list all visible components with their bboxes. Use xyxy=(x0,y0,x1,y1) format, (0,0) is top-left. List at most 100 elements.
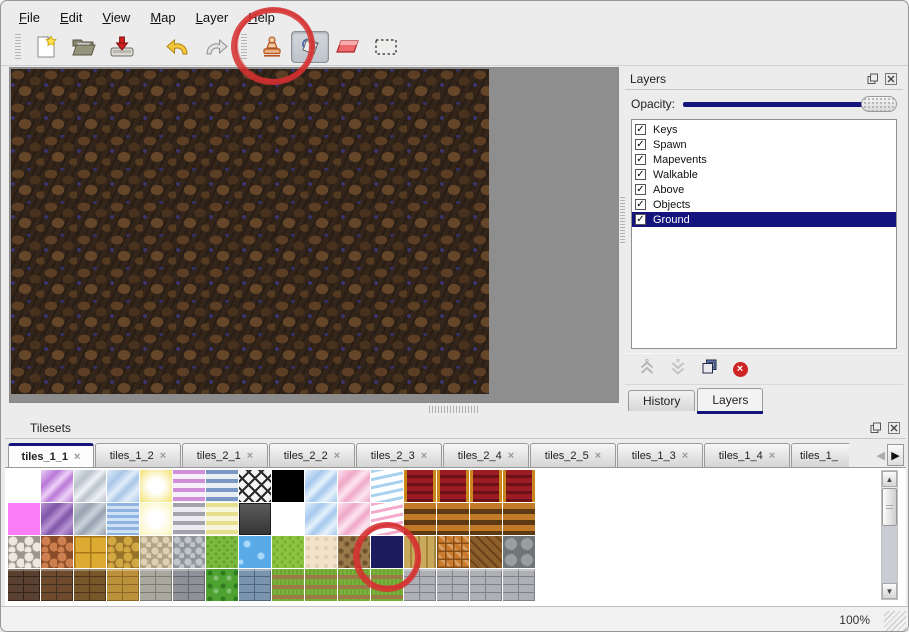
tile-glass-r2c11[interactable] xyxy=(338,503,370,535)
tile-field-r4c10[interactable] xyxy=(305,569,337,601)
tile-herringbone-r3c15[interactable] xyxy=(470,536,502,568)
layer-row-objects[interactable]: ✓Objects xyxy=(632,197,896,212)
tile-curtain-r1c14[interactable] xyxy=(437,470,469,502)
tileset-tab-tiles_2_2[interactable]: tiles_2_2× xyxy=(269,443,355,467)
tile-solid-r1c9[interactable] xyxy=(272,470,304,502)
tile-solid-r2c1[interactable] xyxy=(8,503,40,535)
close-panel-icon[interactable] xyxy=(887,422,901,435)
tab-scroll-right-icon[interactable]: ▶ xyxy=(887,444,904,466)
tile-glass-r1c3[interactable] xyxy=(74,470,106,502)
tile-wall-r4c1[interactable] xyxy=(8,569,40,601)
tile-stones-r3c4[interactable] xyxy=(107,536,139,568)
tile-ribbon-r1c12[interactable] xyxy=(371,470,403,502)
tile-pebbles-r3c6[interactable] xyxy=(173,536,205,568)
tile-curtain-r1c15[interactable] xyxy=(470,470,502,502)
duplicate-layer-button[interactable] xyxy=(697,358,721,380)
tile-wall-r4c15[interactable] xyxy=(470,569,502,601)
move-layer-up-button[interactable] xyxy=(635,358,659,380)
menu-edit[interactable]: Edit xyxy=(50,7,92,28)
tab-close-icon[interactable]: × xyxy=(334,450,340,462)
tile-water-r2c4[interactable] xyxy=(107,503,139,535)
tile-bands-r2c13[interactable] xyxy=(404,503,436,535)
tab-close-icon[interactable]: × xyxy=(769,450,775,462)
layer-row-walkable[interactable]: ✓Walkable xyxy=(632,167,896,182)
tile-stones-r3c1[interactable] xyxy=(8,536,40,568)
horizontal-splitter-handle[interactable] xyxy=(429,406,479,413)
tileset-tab-tiles_2_4[interactable]: tiles_2_4× xyxy=(443,443,529,467)
tile-hedge-r4c7[interactable] xyxy=(206,569,238,601)
tile-planks-r3c13[interactable] xyxy=(404,536,436,568)
tile-wall-r4c13[interactable] xyxy=(404,569,436,601)
tile-lattice-r1c8[interactable] xyxy=(239,470,271,502)
layer-row-ground[interactable]: ✓Ground xyxy=(632,212,896,227)
tile-grass-r3c7[interactable] xyxy=(206,536,238,568)
tab-close-icon[interactable]: × xyxy=(508,450,514,462)
tile-stones-r3c2[interactable] xyxy=(41,536,73,568)
eraser-tool-button[interactable] xyxy=(329,31,367,63)
tile-curtain-r1c13[interactable] xyxy=(404,470,436,502)
float-panel-icon[interactable] xyxy=(866,73,880,86)
tile-glow-r2c5[interactable] xyxy=(140,503,172,535)
save-map-button[interactable] xyxy=(103,31,141,63)
menu-map[interactable]: Map xyxy=(140,7,185,28)
move-layer-down-button[interactable] xyxy=(666,358,690,380)
palette-scrollbar[interactable]: ▲ ▼ xyxy=(881,470,898,600)
tab-close-icon[interactable]: × xyxy=(421,450,427,462)
tile-glass-r2c2[interactable] xyxy=(41,503,73,535)
tile-wall-r4c4[interactable] xyxy=(107,569,139,601)
scrollbar-track[interactable] xyxy=(882,526,897,584)
opacity-slider[interactable] xyxy=(683,95,897,113)
tile-wall-r4c16[interactable] xyxy=(503,569,535,601)
tile-field-r4c12[interactable] xyxy=(371,569,403,601)
tile-logs-r3c16[interactable] xyxy=(503,536,535,568)
scroll-up-icon[interactable]: ▲ xyxy=(882,471,897,487)
toolbar-grip[interactable] xyxy=(241,34,247,60)
tile-glass-r2c10[interactable] xyxy=(305,503,337,535)
rect-select-tool-button[interactable] xyxy=(367,31,405,63)
tile-wall-r4c5[interactable] xyxy=(140,569,172,601)
tab-close-icon[interactable]: × xyxy=(247,450,253,462)
open-map-button[interactable] xyxy=(65,31,103,63)
resize-grip[interactable] xyxy=(884,611,906,631)
layer-row-above[interactable]: ✓Above xyxy=(632,182,896,197)
layer-row-keys[interactable]: ✓Keys xyxy=(632,122,896,137)
tile-weave-r3c14[interactable] xyxy=(437,536,469,568)
layer-visibility-checkbox[interactable]: ✓ xyxy=(635,199,646,210)
tile-field-r4c9[interactable] xyxy=(272,569,304,601)
new-map-button[interactable] xyxy=(27,31,65,63)
tab-close-icon[interactable]: × xyxy=(74,451,80,463)
tile-stripesH-r1c7[interactable] xyxy=(206,470,238,502)
tile-field-r4c11[interactable] xyxy=(338,569,370,601)
stamp-tool-button[interactable] xyxy=(253,31,291,63)
tile-grass-r3c9[interactable] xyxy=(272,536,304,568)
tile-glass-r1c2[interactable] xyxy=(41,470,73,502)
tile-bands-r2c14[interactable] xyxy=(437,503,469,535)
menu-view[interactable]: View xyxy=(92,7,140,28)
tile-solid-r3c12[interactable] xyxy=(371,536,403,568)
tile-wall-r4c8[interactable] xyxy=(239,569,271,601)
tile-bands-r2c15[interactable] xyxy=(470,503,502,535)
map-canvas[interactable] xyxy=(11,69,489,394)
fill-tool-button[interactable] xyxy=(291,31,329,63)
tile-stripesH-r2c6[interactable] xyxy=(173,503,205,535)
tab-history[interactable]: History xyxy=(628,390,695,411)
tileset-tab-tiles_1_3[interactable]: tiles_1_3× xyxy=(617,443,703,467)
tileset-tab-tiles_1_[interactable]: tiles_1_ xyxy=(791,443,849,467)
tile-wall-r4c14[interactable] xyxy=(437,569,469,601)
tab-close-icon[interactable]: × xyxy=(595,450,601,462)
layer-visibility-checkbox[interactable]: ✓ xyxy=(635,139,646,150)
tile-empty-r1c1[interactable] xyxy=(8,470,40,502)
menu-file[interactable]: File xyxy=(9,7,50,28)
tile-pebbles-r3c5[interactable] xyxy=(140,536,172,568)
tile-stripesH-r1c6[interactable] xyxy=(173,470,205,502)
tile-metal-r2c8[interactable] xyxy=(239,503,271,535)
tile-tilesq-r3c3[interactable] xyxy=(74,536,106,568)
tileset-tab-tiles_2_1[interactable]: tiles_2_1× xyxy=(182,443,268,467)
delete-layer-button[interactable]: × xyxy=(728,358,752,380)
layer-row-spawn[interactable]: ✓Spawn xyxy=(632,137,896,152)
tile-dirt-r3c11[interactable] xyxy=(338,536,370,568)
tab-close-icon[interactable]: × xyxy=(682,450,688,462)
tileset-tab-tiles_1_4[interactable]: tiles_1_4× xyxy=(704,443,790,467)
tile-glow-r1c5[interactable] xyxy=(140,470,172,502)
float-panel-icon[interactable] xyxy=(869,422,883,435)
